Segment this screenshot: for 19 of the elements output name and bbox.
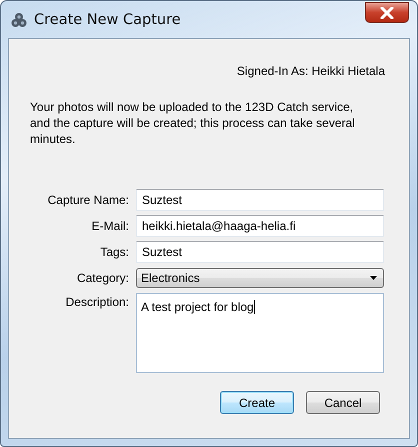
window-title: Create New Capture (34, 12, 182, 28)
text-field[interactable]: Suztest (136, 189, 384, 211)
text-field[interactable]: heikki.hietala@haaga-helia.fi (136, 215, 384, 237)
field-label: Category: (76, 271, 129, 285)
category-dropdown[interactable]: Electronics (136, 268, 384, 288)
text-field[interactable]: Suztest (136, 241, 384, 263)
close-icon (380, 6, 394, 18)
app-logo-icon (11, 12, 27, 28)
field-label: Description: (64, 294, 129, 309)
dialog-button[interactable]: Cancel (306, 391, 380, 414)
signed-in-text: Signed-In As: Heikki Hietala (236, 64, 385, 78)
default-button[interactable]: Create (220, 391, 294, 414)
caret-icon (370, 276, 377, 280)
info-message: Your photos will now be uploaded to the 123D Catch service, and the capture will be created; this process can take several minutes. (29, 99, 356, 147)
field-label: Tags: (99, 245, 129, 259)
close-button[interactable] (365, 2, 409, 23)
field-label: E-Mail: (90, 219, 129, 233)
field-label: Capture Name: (46, 193, 129, 207)
description-field[interactable]: A test project for blog (136, 293, 384, 373)
